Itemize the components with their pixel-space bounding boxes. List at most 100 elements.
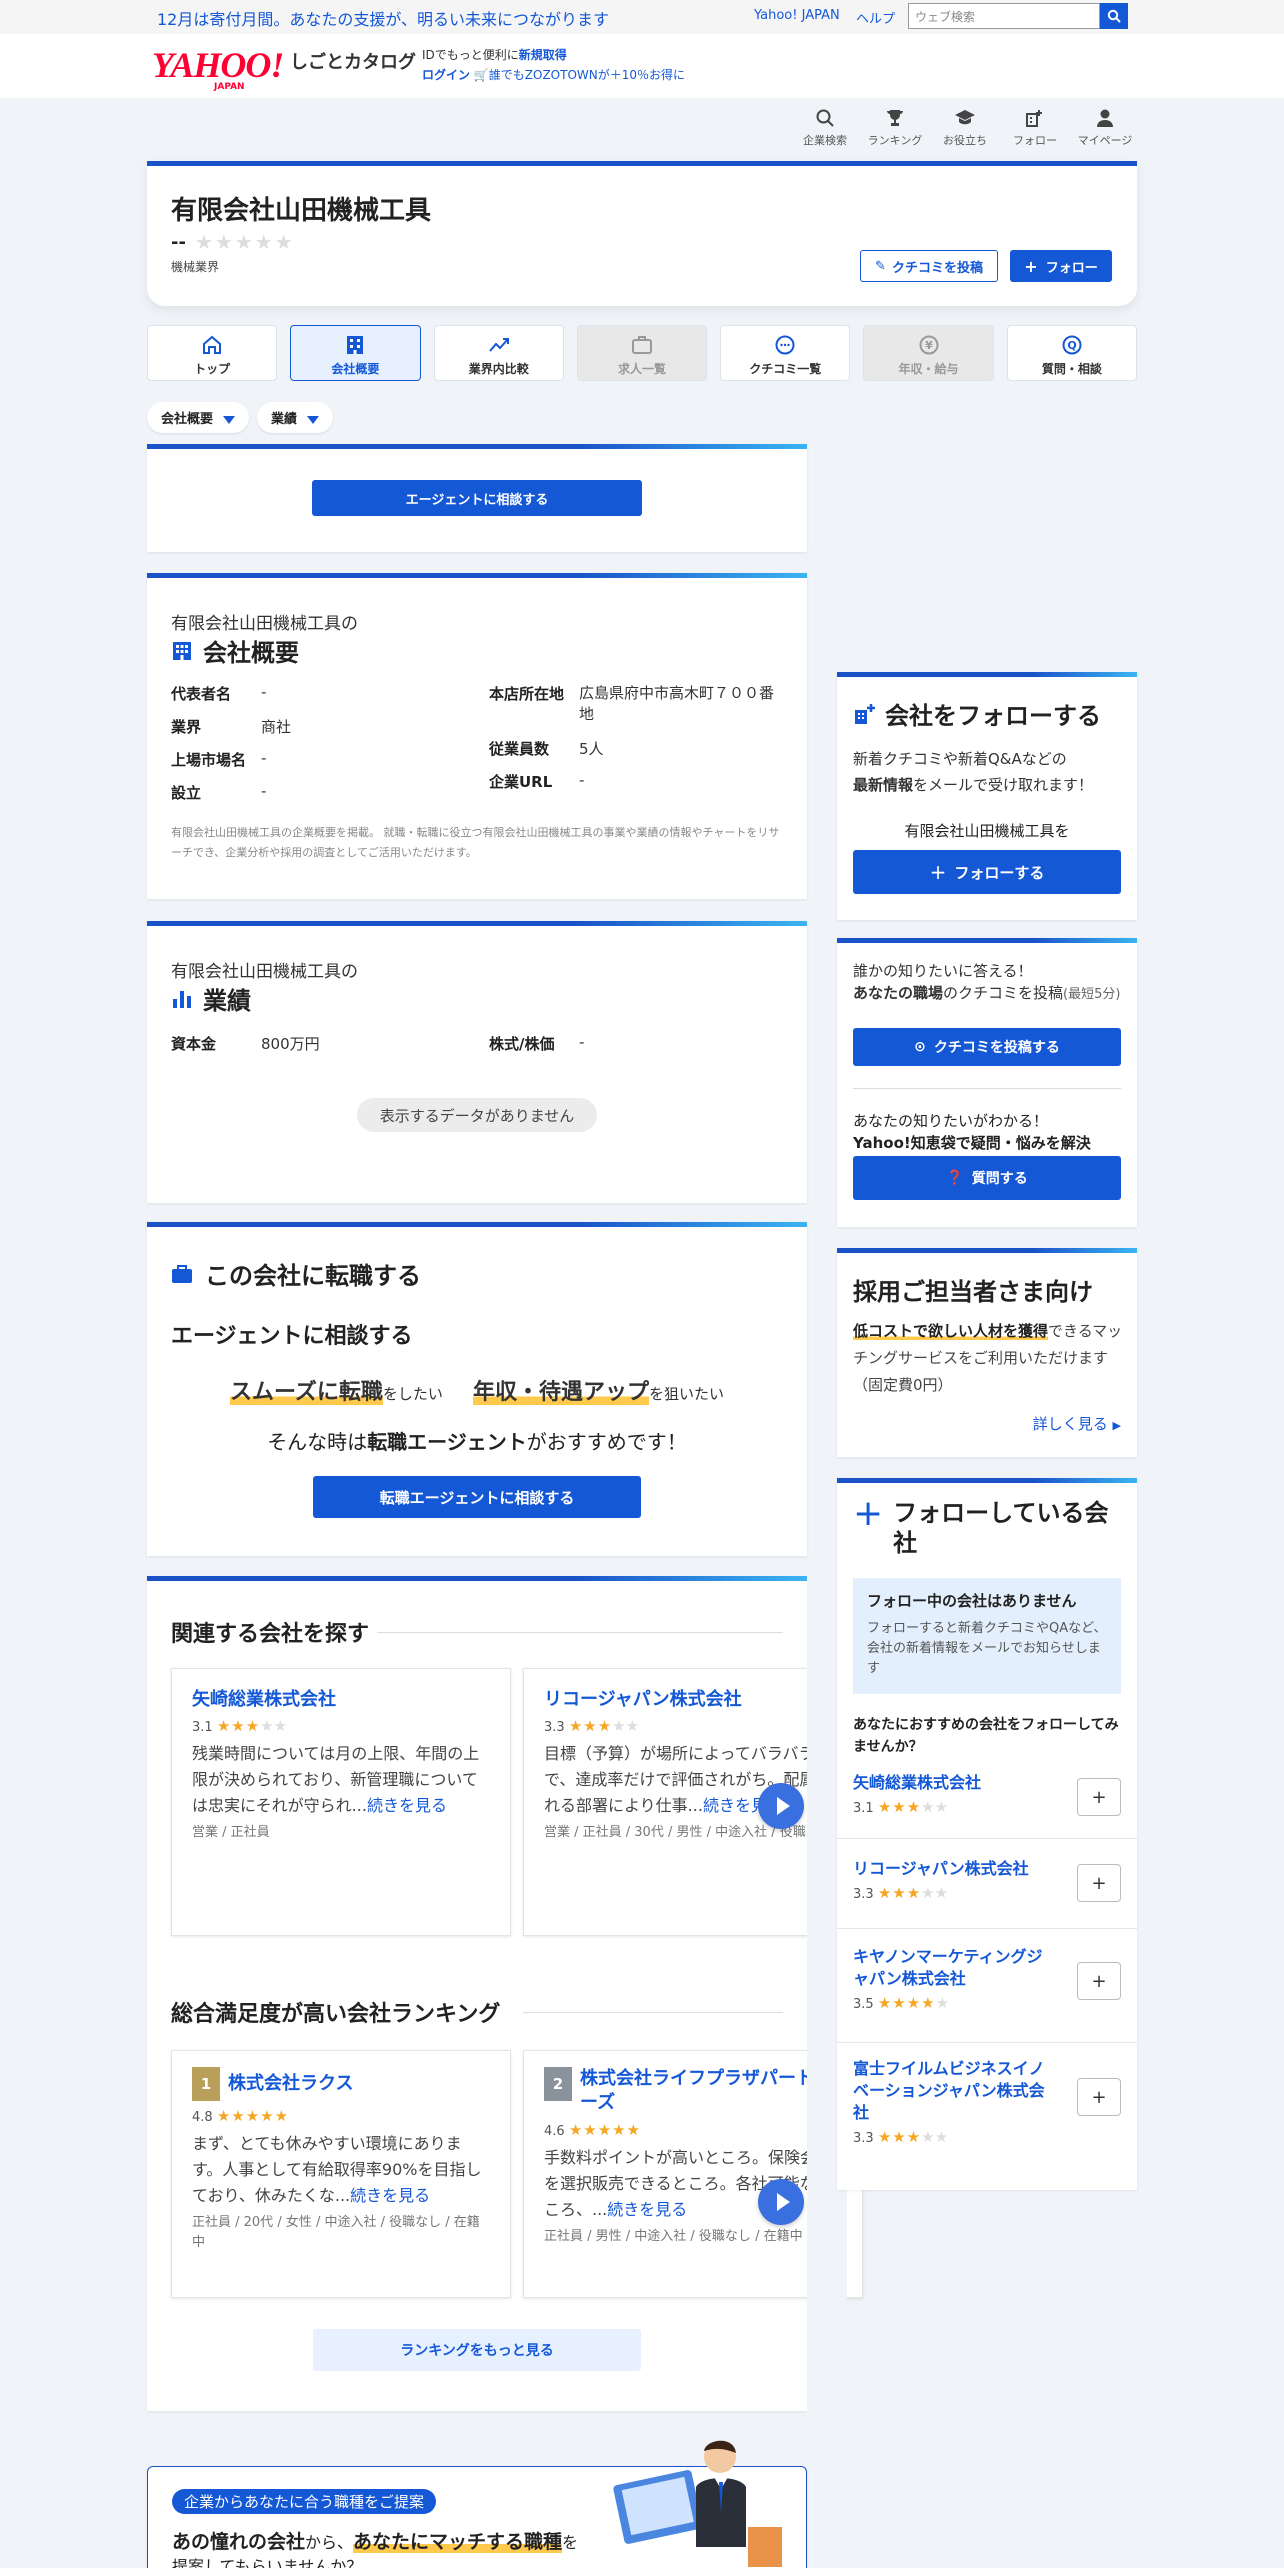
svg-text:¥: ¥ [925, 339, 933, 352]
search-icon [1107, 9, 1121, 23]
post-review-button[interactable]: ✎ クチコミを投稿 [860, 250, 998, 282]
recommend-follow-button[interactable]: + [1077, 1864, 1121, 1902]
recruiter-desc: 低コストで欲しい人材を獲得できるマッチングサービスをご利用いただけます（固定費0… [853, 1322, 1123, 1394]
recommend-company-link[interactable]: 富士フイルムビジネスイノベーションジャパン株式会社 [853, 2058, 1053, 2124]
cart-icon: 🛒 [473, 68, 489, 82]
ranking-title: 総合満足度が高い会社ランキング [171, 2002, 501, 2027]
svg-text:Q: Q [1067, 339, 1076, 352]
job-change-recommend: そんな時は転職エージェントがおすすめです！ [267, 1430, 687, 1454]
following-empty-box: フォロー中の会社はありません フォローすると新着クチコミやQAなど、会社の新着情… [853, 1578, 1121, 1694]
company-rating: -- [171, 232, 186, 253]
follow-button[interactable]: + フォロー [1010, 250, 1112, 282]
brand-name[interactable]: しごとカタログ [290, 48, 416, 74]
recommend-item: キヤノンマーケティングジャパン株式会社 3.5 ★★★★★ + [837, 1946, 1137, 2043]
tab-jobs: 求人一覧 [576, 325, 708, 381]
pencil-icon: ✎ [875, 258, 886, 274]
read-more-link[interactable]: 続きを見る [350, 2186, 430, 2205]
nav-company-search[interactable]: 企業検索 [790, 108, 860, 150]
recruiter-widget: 採用ご担当者さま向け 低コストで欲しい人材を獲得できるマッチングサービスをご利用… [837, 1248, 1137, 1457]
web-search-button[interactable] [1100, 3, 1128, 29]
read-more-link[interactable]: 続きを見る [607, 2200, 687, 2219]
related-title: 関連する会社を探す [171, 1622, 370, 1647]
recommend-follow-button[interactable]: + [1077, 1778, 1121, 1816]
pill-overview[interactable]: 会社概要 [147, 402, 250, 433]
side-post-review-button[interactable]: ⊙ クチコミを投稿する [853, 1028, 1121, 1066]
card-accent-bar [147, 444, 807, 449]
job-change-subtitle: エージェントに相談する [171, 1324, 413, 1349]
agent-card: エージェントに相談する [147, 444, 807, 552]
follow-company-button[interactable]: + フォローする [853, 850, 1121, 894]
follow-widget-company: 有限会社山田機械工具を [904, 822, 1070, 840]
card-accent-bar [837, 672, 1137, 677]
related-ranking-card: 関連する会社を探す 矢崎総業株式会社 3.1 ★★★★★ 残業時間については月の… [147, 1576, 863, 2411]
tab-reviews[interactable]: クチコミ一覧 [720, 325, 851, 381]
zozo-promo-link[interactable]: 誰でもZOZOTOWNが＋10％お得に [489, 68, 685, 82]
briefcase-icon [172, 1264, 192, 1283]
follow-widget-title: 会社をフォローする [853, 696, 1101, 731]
carousel-next-button[interactable] [758, 2179, 804, 2225]
building-icon [173, 641, 191, 660]
nav-follow[interactable]: フォロー [1000, 108, 1070, 150]
campaign-link[interactable]: 12月は寄付月間。あなたの支援が、明るい未来につながります [157, 6, 609, 30]
tab-industry-compare[interactable]: 業界内比較 [433, 325, 564, 381]
company-header-card: 有限会社山田機械工具 -- ★★★★★ 機械業界 ✎ クチコミを投稿 + フォロー [147, 161, 1137, 306]
job-change-pitch: スムーズに転職をしたい 年収・待遇アップを狙いたい [230, 1380, 724, 1405]
section-pills: 会社概要 業績 [147, 402, 334, 433]
read-more-link[interactable]: 続きを見る [367, 1796, 447, 1815]
following-widget: + フォローしている会社 フォロー中の会社はありません フォローすると新着クチコミ… [837, 1478, 1137, 2190]
ranking-card[interactable]: 1 株式会社ラクス 4.8 ★★★★★ まず、とても休みやすい環境にあります。人事… [171, 2050, 511, 2298]
recommend-item: 矢崎総業株式会社 3.1 ★★★★★ + [837, 1772, 1137, 1839]
id-promo: IDでもっと便利に新規取得 [422, 48, 567, 62]
tab-qa[interactable]: Q 質問・相談 [1006, 325, 1137, 381]
nav-mypage[interactable]: マイページ [1070, 108, 1140, 150]
login-link[interactable]: ログイン [422, 68, 470, 82]
user-icon [1097, 109, 1113, 127]
related-company-card[interactable]: 矢崎総業株式会社 3.1 ★★★★★ 残業時間については月の上限、年間の上限が決… [171, 1668, 511, 1936]
recommend-company-link[interactable]: 矢崎総業株式会社 [853, 1772, 1053, 1794]
rank-badge: 1 [192, 2067, 220, 2101]
company-tabs: トップ 会社概要 業界内比較 求人一覧 クチコミ一覧 ¥ 年収・給与 Q 質問・… [147, 325, 1137, 381]
card-accent-bar [147, 1222, 807, 1227]
recommend-company-link[interactable]: キヤノンマーケティングジャパン株式会社 [853, 1946, 1053, 1990]
recruiter-more-link[interactable]: 詳しく見る ▶ [1033, 1413, 1121, 1434]
job-change-card: この会社に転職する エージェントに相談する スムーズに転職をしたい 年収・待遇ア… [147, 1222, 807, 1556]
play-icon [776, 1797, 790, 1815]
agent-consult-button[interactable]: エージェントに相談する [312, 480, 642, 516]
caret-down-icon [223, 415, 236, 424]
tab-overview[interactable]: 会社概要 [290, 325, 421, 381]
divider [853, 1088, 1121, 1089]
overview-card: 有限会社山田機械工具の 会社概要 代表者名 - 業界 商社 上場市場名 - 設立 - 本… [147, 573, 807, 899]
banner-headline: あの憧れの会社から、あなたにマッチする職種を [172, 2531, 579, 2553]
help-link[interactable]: ヘルプ [856, 8, 895, 27]
follow-building-icon [855, 703, 875, 724]
chat-icon: ⊙ [914, 1039, 926, 1055]
web-search-input[interactable]: ウェブ検索 [908, 3, 1100, 29]
carousel-next-button[interactable] [758, 1783, 804, 1829]
recommend-follow-button[interactable]: + [1077, 2078, 1121, 2116]
recommend-follow-button[interactable]: + [1077, 1962, 1121, 2000]
ask-question-button[interactable]: ❓ 質問する [853, 1156, 1121, 1200]
divider [523, 2012, 783, 2013]
banner-subline: 提案してもらいませんか？ [172, 2557, 363, 2568]
yahoo-logo-sub: JAPAN [214, 82, 245, 92]
global-nav: 企業検索 ランキング お役立ち フォロー マイページ [790, 108, 1140, 150]
tab-top[interactable]: トップ [147, 325, 278, 381]
signup-link[interactable]: 新規取得 [519, 48, 567, 62]
follow-widget-desc: 新着クチコミや新着Q&Aなどの 最新情報をメールで受け取れます！ [853, 750, 1094, 794]
plus-icon: + [929, 860, 947, 884]
trend-icon [488, 338, 509, 352]
yahoo-japan-link[interactable]: Yahoo! JAPAN [754, 8, 840, 23]
recommend-company-link[interactable]: リコージャパン株式会社 [853, 1858, 1053, 1880]
job-agent-consult-button[interactable]: 転職エージェントに相談する [313, 1476, 641, 1518]
recommend-item: 富士フイルムビジネスイノベーションジャパン株式会社 3.3 ★★★★★ + [853, 2058, 1121, 2146]
pill-performance[interactable]: 業績 [257, 402, 334, 433]
ranking-more-button[interactable]: ランキングをもっと見る [313, 2329, 641, 2371]
card-accent-bar [147, 921, 807, 926]
yahoo-logo[interactable]: YAHOO! [152, 44, 284, 86]
overview-row: 本店所在地 広島県府中市高木町７００番地 [489, 684, 775, 723]
nav-useful[interactable]: お役立ち [930, 108, 1000, 150]
company-industry[interactable]: 機械業界 [171, 258, 219, 275]
caret-down-icon [307, 415, 320, 424]
job-proposal-banner[interactable]: 企業からあなたに合う職種をご提案 あの憧れの会社から、あなたにマッチする職種を … [147, 2440, 807, 2568]
nav-ranking[interactable]: ランキング [860, 108, 930, 150]
